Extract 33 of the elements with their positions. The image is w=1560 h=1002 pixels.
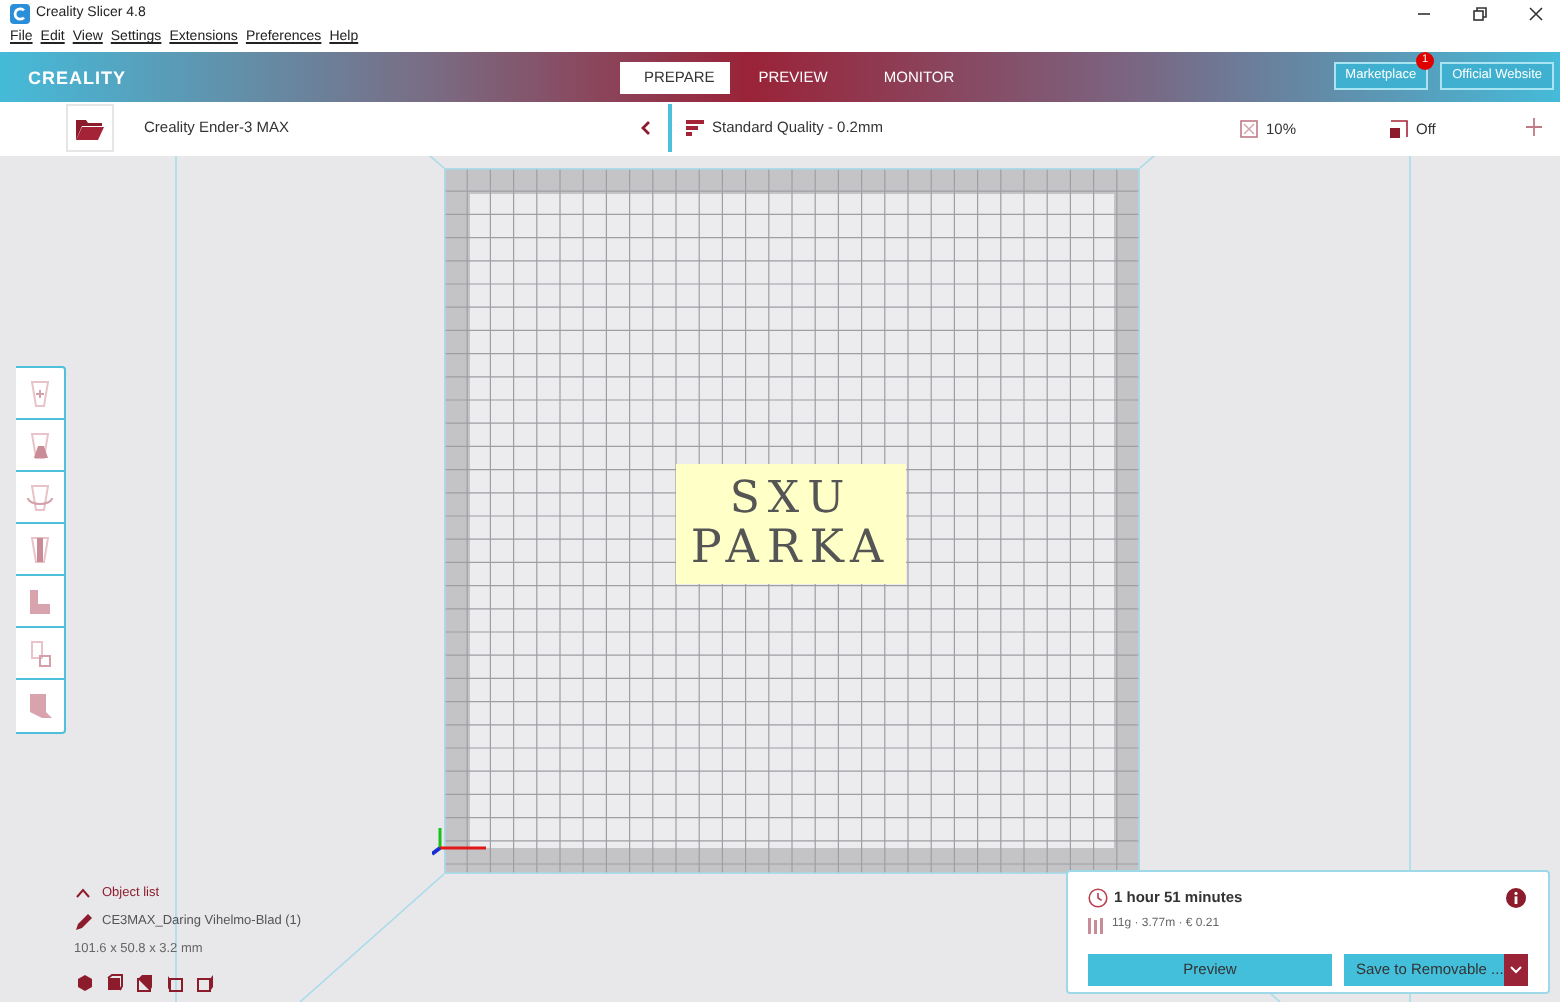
chevron-up-icon — [76, 888, 90, 899]
clock-icon — [1088, 887, 1108, 908]
support-blocker-icon — [26, 639, 54, 667]
scale-icon — [26, 431, 54, 459]
open-file-button[interactable] — [66, 104, 114, 152]
top-view-icon — [136, 974, 154, 993]
model-text: PARKA — [690, 524, 892, 574]
mirror-icon — [26, 535, 54, 563]
rotate-icon — [26, 483, 54, 511]
adhesion-icon — [1526, 118, 1542, 136]
move-icon — [26, 379, 54, 407]
custom-support-icon — [26, 692, 54, 720]
brand-logo: CREALITY — [28, 66, 126, 92]
model-plate[interactable]: SXU PARKA — [676, 464, 906, 584]
support-icon — [1390, 120, 1408, 139]
info-icon — [1506, 888, 1526, 908]
axis-drawing — [432, 828, 492, 856]
chevron-left-icon — [640, 120, 652, 136]
restore-icon — [1472, 6, 1488, 22]
3d-view-icon — [76, 974, 94, 993]
folder-icon — [76, 117, 104, 139]
chevron-down-icon — [1510, 966, 1522, 974]
right-view-icon — [196, 974, 214, 993]
pencil-icon — [76, 913, 92, 930]
model-text: SXU — [729, 474, 853, 524]
infill-icon — [1240, 120, 1258, 139]
filament-icon — [1088, 917, 1104, 933]
close-icon — [1528, 6, 1544, 22]
quality-icon — [686, 120, 704, 136]
per-model-settings-icon — [26, 587, 54, 615]
save-options-button[interactable] — [1504, 954, 1528, 986]
front-view-icon — [106, 974, 124, 993]
left-view-icon — [166, 974, 184, 993]
